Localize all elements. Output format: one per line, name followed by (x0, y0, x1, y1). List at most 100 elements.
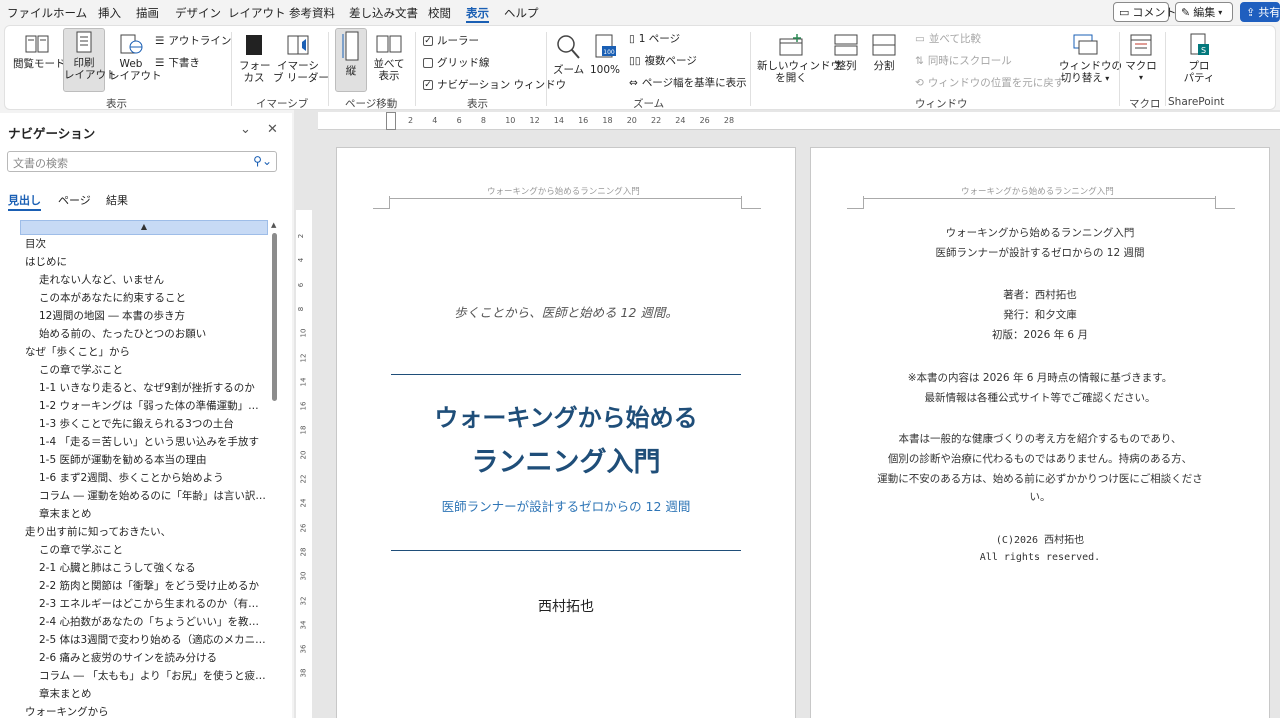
navigation-pane-checkbox[interactable]: ✓ ナビゲーション ウィンドウ (423, 77, 566, 92)
ruler-mark: 20 (626, 116, 637, 125)
edit-button[interactable]: ✎ 編集 ▾ (1175, 2, 1233, 22)
one-page-button[interactable]: ▯ 1 ページ (629, 31, 680, 46)
nav-scrollbar[interactable]: ▲ (271, 221, 279, 718)
tab-help[interactable]: ヘルプ (504, 5, 539, 21)
tab-pages[interactable]: ページ (58, 192, 91, 208)
header-corner-mark (1215, 196, 1216, 208)
page-2: ウォーキングから始めるランニング入門 ウォーキングから始めるランニング入門 医師… (810, 147, 1270, 718)
print-layout-button[interactable]: 印刷 レイアウト (63, 28, 117, 92)
tab-headings[interactable]: 見出し (8, 192, 41, 211)
heading-text: 目次 (25, 238, 46, 250)
view-side-by-side-button[interactable]: ▭ 並べて比較 (915, 31, 981, 46)
page-icon (76, 31, 92, 53)
heading-level-2[interactable]: 12週間の地図 ― 本書の歩き方 (39, 307, 267, 325)
close-icon[interactable]: ✕ (267, 122, 278, 137)
vertical-button[interactable]: 縦 (335, 28, 367, 92)
heading-level-1[interactable]: 目次 (25, 235, 253, 253)
comment-button[interactable]: ▭ コメント (1113, 2, 1176, 22)
new-window-button[interactable]: 新しいウィンドウ を開く (757, 32, 841, 84)
group-separator (415, 32, 416, 106)
zoom-button[interactable]: ズーム (553, 32, 584, 76)
ruler-mark: 10 (299, 328, 308, 338)
draft-icon: ☰ (155, 56, 165, 69)
gridlines-checkbox[interactable]: グリッド線 (423, 55, 490, 70)
document-search-input[interactable]: 文書の検索 ⚲⌄ (7, 151, 277, 172)
tab-view[interactable]: 表示 (466, 5, 489, 23)
tab-mailings[interactable]: 差し込み文書 (349, 5, 418, 21)
tab-review[interactable]: 校閲 (428, 5, 451, 21)
tab-home[interactable]: ホーム (53, 5, 87, 21)
ruler-mark: 2 (408, 116, 414, 125)
heading-level-1[interactable]: ◢はじめに (25, 253, 253, 271)
indent-marker[interactable] (386, 112, 396, 130)
group-label-immersive: イマーシブ (256, 98, 309, 110)
outline-button[interactable]: ☰ アウトライン (155, 33, 231, 48)
ruler-checkbox[interactable]: ✓ ルーラー (423, 33, 479, 48)
header-rule (864, 198, 1215, 199)
heading-level-2[interactable]: 2-4 心拍数があなたの「ちょうどいい」を教えてくれる (39, 613, 267, 631)
heading-level-2[interactable]: 章末まとめ (39, 685, 267, 703)
heading-level-2[interactable]: 1-5 医師が運動を勧める本当の理由 (39, 451, 267, 469)
heading-level-2[interactable]: この章で学ぶこと (39, 361, 267, 379)
heading-level-2[interactable]: コラム ― 運動を始めるのに「年齢」は言い訳にならない (39, 487, 267, 505)
heading-level-2[interactable]: コラム ― 「太もも」より「お尻」を使うと疲れにくい理由 (39, 667, 267, 685)
horizontal-ruler[interactable]: 2 4 6 8 10 12 14 16 18 20 22 24 26 28 (318, 112, 1280, 130)
focus-button[interactable]: フォー カス (239, 32, 271, 84)
switch-windows-button[interactable]: ウィンドウの 切り替え ▾ (1059, 32, 1122, 85)
group-separator (1165, 32, 1166, 106)
arrange-all-button[interactable]: 整列 (831, 32, 861, 72)
heading-level-2[interactable]: 始める前の、たったひとつのお願い (39, 325, 267, 343)
multiple-pages-button[interactable]: ▯▯ 複数ページ (629, 53, 697, 68)
macros-button[interactable]: マクロ ▾ (1125, 32, 1157, 84)
heading-level-2[interactable]: 1-4 「走る＝苦しい」という思い込みを手放す (39, 433, 267, 451)
read-mode-button[interactable]: 閲覧モード (13, 32, 66, 70)
scroll-up-icon[interactable]: ▲ (271, 221, 276, 229)
share-button[interactable]: ⇪ 共有 (1240, 2, 1280, 22)
vertical-ruler[interactable]: 2 4 6 8 10 12 14 16 18 20 22 24 26 28 30 32 34 36 38 (296, 210, 312, 718)
heading-level-2[interactable]: 2-1 心臓と肺はこうして強くなる (39, 559, 267, 577)
checkbox-checked-icon: ✓ (423, 79, 433, 90)
tab-insert[interactable]: 挿入 (98, 5, 121, 21)
draft-button[interactable]: ☰ 下書き (155, 55, 200, 70)
heading-level-1[interactable]: ◢ウォーキングから (25, 703, 253, 718)
heading-level-2[interactable]: この本があなたに約束すること (39, 289, 267, 307)
heading-level-2[interactable]: 2-6 痛みと疲労のサインを読み分ける (39, 649, 267, 667)
tab-layout[interactable]: レイアウト (228, 5, 286, 21)
chevron-down-icon[interactable]: ⌄ (240, 122, 251, 137)
immersive-reader-button[interactable]: イマーシ ブ リーダー (273, 32, 329, 84)
sync-scroll-button[interactable]: ⇅ 同時にスクロール (915, 53, 1012, 68)
scrollbar-thumb[interactable] (272, 233, 277, 401)
heading-level-2[interactable]: 走れない人など、いません (39, 271, 267, 289)
zoom-100-button[interactable]: 100 100% (589, 32, 621, 76)
heading-level-2[interactable]: 1-3 歩くことで先に鍛えられる3つの土台 (39, 415, 267, 433)
heading-level-2[interactable]: 1-2 ウォーキングは「弱った体の準備運動」である (39, 397, 267, 415)
heading-level-1[interactable]: ◢なぜ「歩くこと」から (25, 343, 253, 361)
heading-level-2[interactable]: 2-2 筋肉と関節は「衝撃」をどう受け止めるか (39, 577, 267, 595)
heading-level-2[interactable]: この章で学ぶこと (39, 541, 267, 559)
heading-level-2[interactable]: 2-3 エネルギーはどこから生まれるのか（有酸素運動… (39, 595, 267, 613)
tab-design[interactable]: デザイン (175, 5, 221, 21)
heading-level-2[interactable]: 1-6 まず2週間、歩くことから始めよう (39, 469, 267, 487)
heading-level-2[interactable]: 2-5 体は3週間で変わり始める（適応のメカニズム） (39, 631, 267, 649)
collapse-up-button[interactable]: ▲ (20, 220, 268, 235)
ruler-mark: 4 (297, 258, 306, 263)
tab-references[interactable]: 参考資料 (289, 5, 335, 21)
tab-draw[interactable]: 描画 (136, 5, 159, 21)
web-layout-button[interactable]: Web レイアウト (109, 32, 162, 82)
tab-results[interactable]: 結果 (106, 192, 128, 208)
heading-level-2[interactable]: 章末まとめ (39, 505, 267, 523)
side-to-side-button[interactable]: 並べて 表示 (371, 32, 407, 82)
ruler-mark: 12 (529, 116, 540, 125)
ruler-mark: 30 (299, 571, 308, 581)
split-button[interactable]: 分割 (869, 32, 899, 72)
search-icon[interactable]: ⚲⌄ (253, 154, 272, 168)
heading-level-2[interactable]: 1-1 いきなり走ると、なぜ9割が挫折するのか (39, 379, 267, 397)
heading-level-1[interactable]: ◢走り出す前に知っておきたい、 (25, 523, 253, 541)
tab-file[interactable]: ファイル (7, 5, 53, 21)
page-width-button[interactable]: ⇔ ページ幅を基準に表示 (629, 75, 747, 90)
header-corner-mark (373, 208, 390, 209)
properties-button[interactable]: S プロ パティ (1181, 32, 1217, 84)
reset-window-position-button[interactable]: ⟲ ウィンドウの位置を元に戻す (915, 75, 1064, 90)
ruler-mark: 26 (699, 116, 710, 125)
ruler-mark: 28 (299, 547, 308, 557)
